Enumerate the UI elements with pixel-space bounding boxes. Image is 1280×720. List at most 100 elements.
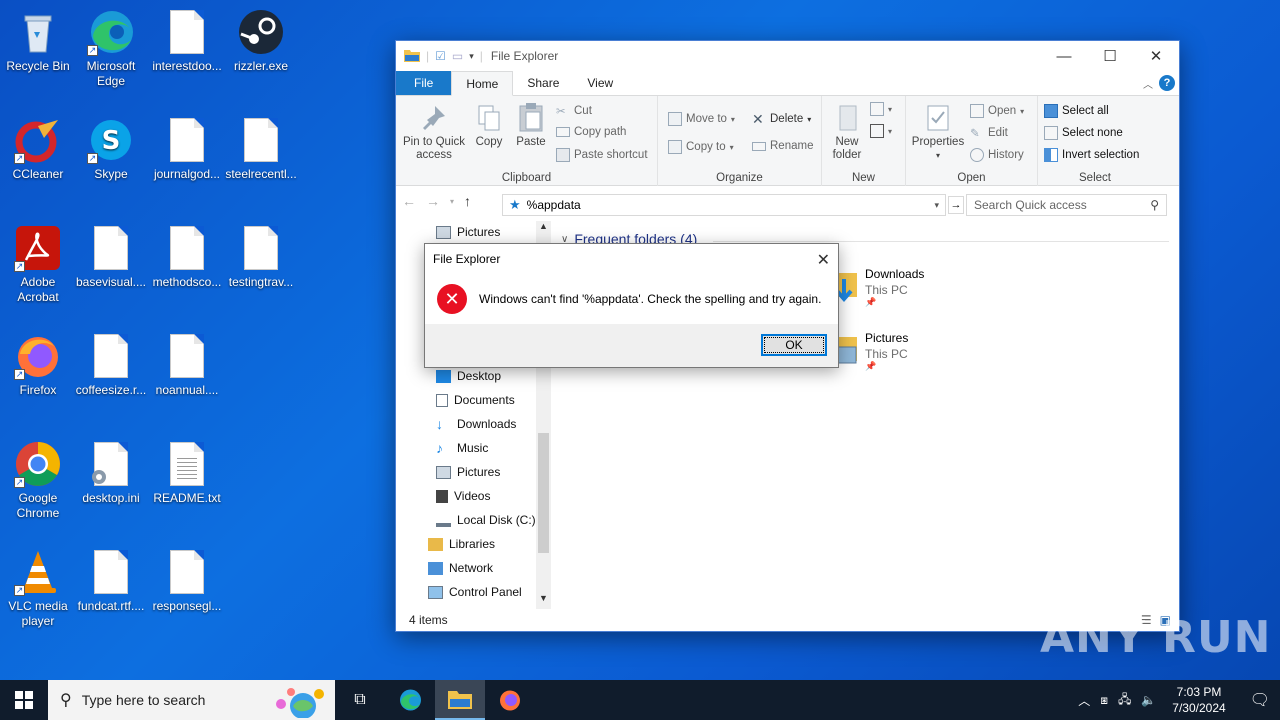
customize-dropdown-icon[interactable]: ▾ — [469, 51, 474, 62]
task-view-button[interactable]: ⧉ — [335, 680, 385, 720]
desktop-icon-skype[interactable]: S ↗ Skype — [73, 116, 149, 182]
desktop-icon-readme[interactable]: README.txt — [149, 440, 225, 506]
nav-item-pictures[interactable]: Pictures — [436, 465, 500, 479]
move-to-button[interactable]: Move to ▾ — [668, 112, 735, 126]
dialog-close-button[interactable]: ✕ — [817, 250, 830, 270]
notifications-icon[interactable]: 🗨 — [1242, 690, 1270, 710]
tab-home[interactable]: Home — [451, 71, 514, 96]
close-button[interactable]: ✕ — [1133, 41, 1179, 71]
desktop-icon-file[interactable]: responsegl... — [149, 548, 225, 614]
paste-shortcut-button[interactable]: Paste shortcut — [556, 148, 648, 162]
folder-tile[interactable]: Pictures This PC 📌 — [831, 331, 941, 377]
minimize-button[interactable]: — — [1041, 41, 1087, 71]
start-button[interactable] — [0, 680, 48, 720]
shortcut-arrow-icon: ↗ — [14, 477, 25, 488]
delete-button[interactable]: ✕ Delete ▾ — [752, 112, 811, 126]
properties-button[interactable]: Properties ▾ — [910, 104, 966, 162]
easy-access-button[interactable]: ▾ — [870, 124, 892, 138]
copy-path-button[interactable]: Copy path — [556, 126, 626, 138]
clock[interactable]: 7:03 PM 7/30/2024 — [1166, 684, 1231, 716]
edit-button[interactable]: ✎ Edit — [970, 126, 1008, 140]
copy-button[interactable]: Copy — [472, 104, 506, 149]
search-input[interactable]: Search Quick access — [974, 198, 1087, 212]
help-icon[interactable]: ? — [1159, 75, 1175, 91]
show-hidden-icons-chevron-icon[interactable]: ︿ — [1078, 692, 1090, 709]
desktop-icon-vlc[interactable]: ↗ VLC media player — [0, 548, 76, 629]
title-bar[interactable]: | ☑ ▭ ▾ | File Explorer — ☐ ✕ — [396, 41, 1179, 71]
copy-to-icon — [668, 140, 682, 154]
desktop-icon-file[interactable]: coffeesize.r... — [73, 332, 149, 398]
new-item-button[interactable]: ▾ — [870, 102, 892, 116]
desktop-icon-file[interactable]: methodsco... — [149, 224, 225, 290]
scroll-thumb[interactable] — [538, 433, 549, 553]
scroll-up-icon[interactable]: ▲ — [536, 221, 551, 237]
new-folder-button[interactable]: New folder — [830, 104, 864, 162]
nav-item-local-disk[interactable]: Local Disk (C:) — [436, 513, 536, 527]
tab-view[interactable]: View — [573, 71, 627, 95]
desktop-icon-desktop-ini[interactable]: desktop.ini — [73, 440, 149, 506]
pin-quick-access-button[interactable]: Pin to Quick access — [402, 104, 466, 162]
desktop-icon-file[interactable]: noannual.... — [149, 332, 225, 398]
network-icon[interactable]: 🖧 — [1118, 690, 1131, 711]
nav-item-desktop[interactable]: Desktop — [436, 369, 501, 383]
back-arrow-icon[interactable]: ← — [402, 193, 416, 209]
desktop-icon-file[interactable]: testingtrav... — [223, 224, 299, 290]
nav-item-control-panel[interactable]: Control Panel — [428, 585, 522, 599]
desktop-icon-microsoft-edge[interactable]: ↗ Microsoft Edge — [73, 8, 149, 89]
quick-access-star-icon: ★ — [509, 197, 521, 212]
nav-item-documents[interactable]: Documents — [436, 393, 515, 407]
nav-item-network[interactable]: Network — [428, 561, 493, 575]
open-button[interactable]: Open ▾ — [970, 104, 1024, 118]
new-folder-icon[interactable]: ▭ — [452, 49, 463, 63]
desktop-icon-google-chrome[interactable]: ↗ Google Chrome — [0, 440, 76, 521]
rename-button[interactable]: Rename — [752, 140, 813, 152]
desktop-icon-firefox[interactable]: ↗ Firefox — [0, 332, 76, 398]
scroll-down-icon[interactable]: ▼ — [536, 593, 551, 609]
taskbar-firefox[interactable] — [485, 680, 535, 720]
folder-tile[interactable]: Downloads This PC 📌 — [831, 267, 941, 313]
desktop-icon-file[interactable]: interestdoo... — [149, 8, 225, 74]
collapse-ribbon-icon[interactable]: ︿ — [1143, 76, 1153, 91]
desktop-icon-adobe-acrobat[interactable]: ↗ Adobe Acrobat — [0, 224, 76, 305]
nav-item-music[interactable]: ♪ Music — [436, 441, 488, 456]
taskbar-search-input[interactable]: Type here to search — [82, 692, 206, 708]
nav-item-downloads[interactable]: ↓ Downloads — [436, 417, 516, 432]
recent-locations-icon[interactable]: ▾ — [450, 197, 454, 206]
nav-item-videos[interactable]: Videos — [436, 489, 490, 503]
tab-file[interactable]: File — [396, 71, 452, 95]
error-icon: ✕ — [437, 284, 467, 314]
desktop-icon-recycle-bin[interactable]: Recycle Bin — [0, 8, 76, 74]
tab-share[interactable]: Share — [513, 71, 573, 95]
search-box[interactable]: Search Quick access ⚲ — [966, 194, 1167, 216]
history-button[interactable]: History — [970, 148, 1024, 162]
ok-button[interactable]: OK — [761, 334, 827, 356]
cut-button[interactable]: ✂ Cut — [556, 104, 592, 118]
desktop-icon-file[interactable]: basevisual.... — [73, 224, 149, 290]
select-none-button[interactable]: Select none — [1044, 126, 1123, 140]
invert-selection-button[interactable]: Invert selection — [1044, 148, 1139, 162]
volume-icon[interactable]: 🔈 — [1141, 693, 1156, 707]
desktop-icon-ccleaner[interactable]: ↗ CCleaner — [0, 116, 76, 182]
up-arrow-icon[interactable]: ↑ — [464, 193, 471, 209]
properties-check-icon[interactable]: ☑ — [435, 49, 446, 63]
select-all-button[interactable]: Select all — [1044, 104, 1109, 118]
paste-button[interactable]: Paste — [514, 102, 548, 149]
error-dialog[interactable]: File Explorer ✕ ✕ Windows can't find '%a… — [424, 243, 839, 368]
address-bar[interactable]: ★ %appdata ▾ — [502, 194, 946, 216]
go-arrow-icon[interactable]: → — [948, 196, 964, 214]
taskbar-search-box[interactable]: ⚲ Type here to search — [48, 680, 335, 720]
taskbar-edge[interactable] — [385, 680, 435, 720]
desktop-icon-file[interactable]: fundcat.rtf.... — [73, 548, 149, 614]
desktop-icon-file[interactable]: journalgod... — [149, 116, 225, 182]
desktop-icon-file[interactable]: steelrecentl... — [223, 116, 299, 182]
address-input[interactable]: %appdata — [527, 198, 581, 212]
taskbar-file-explorer[interactable] — [435, 680, 485, 720]
maximize-button[interactable]: ☐ — [1087, 41, 1133, 71]
copy-to-button[interactable]: Copy to ▾ — [668, 140, 734, 154]
forward-arrow-icon[interactable]: → — [426, 193, 440, 209]
address-dropdown-icon[interactable]: ▾ — [934, 200, 945, 211]
nav-item-libraries[interactable]: Libraries — [428, 537, 495, 551]
nav-item-pictures[interactable]: Pictures — [436, 225, 500, 239]
meet-now-icon[interactable]: ⧆ — [1100, 693, 1108, 708]
desktop-icon-rizzler[interactable]: rizzler.exe — [223, 8, 299, 74]
